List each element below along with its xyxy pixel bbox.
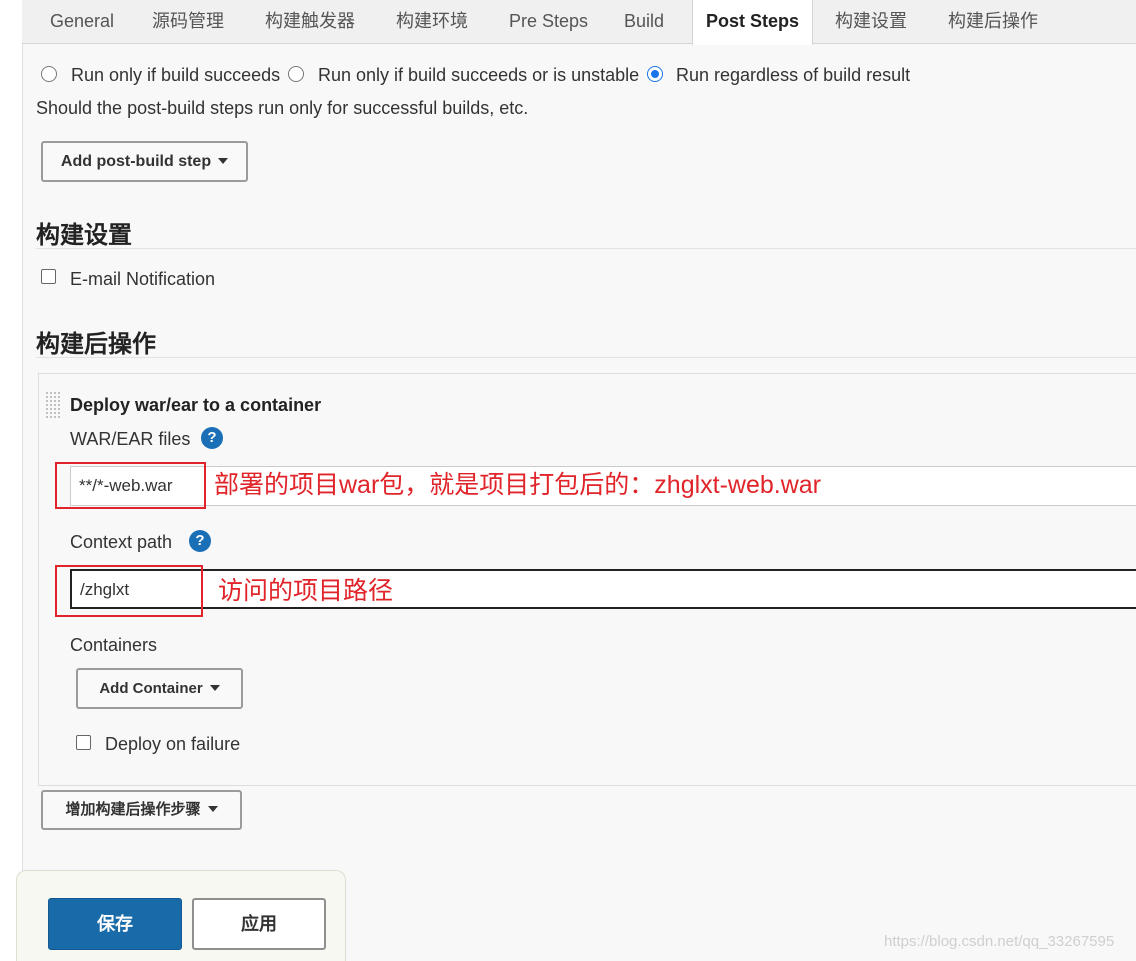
annotation-box-context bbox=[55, 565, 203, 617]
deploy-on-failure-label: Deploy on failure bbox=[105, 734, 241, 754]
radio-label-run-if-succeeds: Run only if build succeeds bbox=[71, 65, 281, 85]
caret-down-icon bbox=[209, 685, 220, 691]
tab-post-build-actions[interactable]: 构建后操作 bbox=[944, 0, 1042, 44]
tab-pre-steps[interactable]: Pre Steps bbox=[505, 0, 592, 44]
caret-down-icon bbox=[218, 158, 229, 164]
tab-build-triggers[interactable]: 构建触发器 bbox=[261, 0, 359, 44]
war-files-label: WAR/EAR files bbox=[70, 429, 191, 449]
containers-label: Containers bbox=[70, 635, 158, 655]
section-divider bbox=[36, 248, 1136, 249]
radio-label-run-if-succeeds-or-unstable: Run only if build succeeds or is unstabl… bbox=[318, 65, 640, 85]
deploy-chunk-title: Deploy war/ear to a container bbox=[70, 395, 322, 415]
section-title-post-build-actions: 构建后操作 bbox=[36, 331, 156, 358]
add-post-build-step-label: Add post-build step bbox=[60, 153, 212, 170]
tab-build-settings[interactable]: 构建设置 bbox=[831, 0, 911, 44]
drag-handle-icon[interactable] bbox=[45, 391, 60, 418]
watermark-text: https://blog.csdn.net/qq_33267595 bbox=[884, 933, 1115, 950]
caret-down-icon bbox=[207, 806, 218, 812]
post-steps-description: Should the post-build steps run only for… bbox=[36, 98, 529, 118]
annotation-war-note: 部署的项目war包，就是项目打包后的：zhglxt-web.war bbox=[214, 471, 822, 499]
annotation-context-note: 访问的项目路径 bbox=[218, 577, 394, 605]
radio-run-if-succeeds[interactable] bbox=[41, 66, 57, 82]
tab-source-management[interactable]: 源码管理 bbox=[148, 0, 228, 44]
tab-build-environment[interactable]: 构建环境 bbox=[392, 0, 472, 44]
annotation-box-war bbox=[55, 462, 206, 509]
radio-run-regardless[interactable] bbox=[647, 66, 663, 82]
context-path-label: Context path bbox=[70, 532, 173, 552]
email-notification-checkbox[interactable] bbox=[41, 269, 56, 284]
add-post-build-action-label: 增加构建后操作步骤 bbox=[65, 801, 201, 818]
add-container-label: Add Container bbox=[99, 680, 203, 697]
apply-button[interactable]: 应用 bbox=[192, 898, 326, 950]
radio-label-run-regardless: Run regardless of build result bbox=[676, 65, 911, 85]
section-divider bbox=[36, 357, 1136, 358]
save-button[interactable]: 保存 bbox=[48, 898, 182, 950]
tab-build[interactable]: Build bbox=[620, 0, 668, 44]
tab-general[interactable]: General bbox=[46, 0, 118, 44]
email-notification-label: E-mail Notification bbox=[70, 269, 216, 289]
tab-post-steps[interactable]: Post Steps bbox=[692, 0, 814, 45]
question-circle-icon[interactable]: ? bbox=[189, 530, 211, 552]
deploy-on-failure-checkbox[interactable] bbox=[76, 735, 91, 750]
config-tab-bar: General 源码管理 构建触发器 构建环境 Pre Steps Build … bbox=[22, 0, 1136, 45]
radio-run-if-succeeds-or-unstable[interactable] bbox=[288, 66, 304, 82]
jenkins-config-page: General 源码管理 构建触发器 构建环境 Pre Steps Build … bbox=[0, 0, 1136, 961]
add-container-button[interactable]: Add Container bbox=[76, 668, 243, 709]
add-post-build-step-button[interactable]: Add post-build step bbox=[41, 141, 248, 182]
add-post-build-action-button[interactable]: 增加构建后操作步骤 bbox=[41, 790, 242, 830]
question-circle-icon[interactable]: ? bbox=[201, 427, 223, 449]
section-title-build-settings: 构建设置 bbox=[36, 222, 132, 249]
